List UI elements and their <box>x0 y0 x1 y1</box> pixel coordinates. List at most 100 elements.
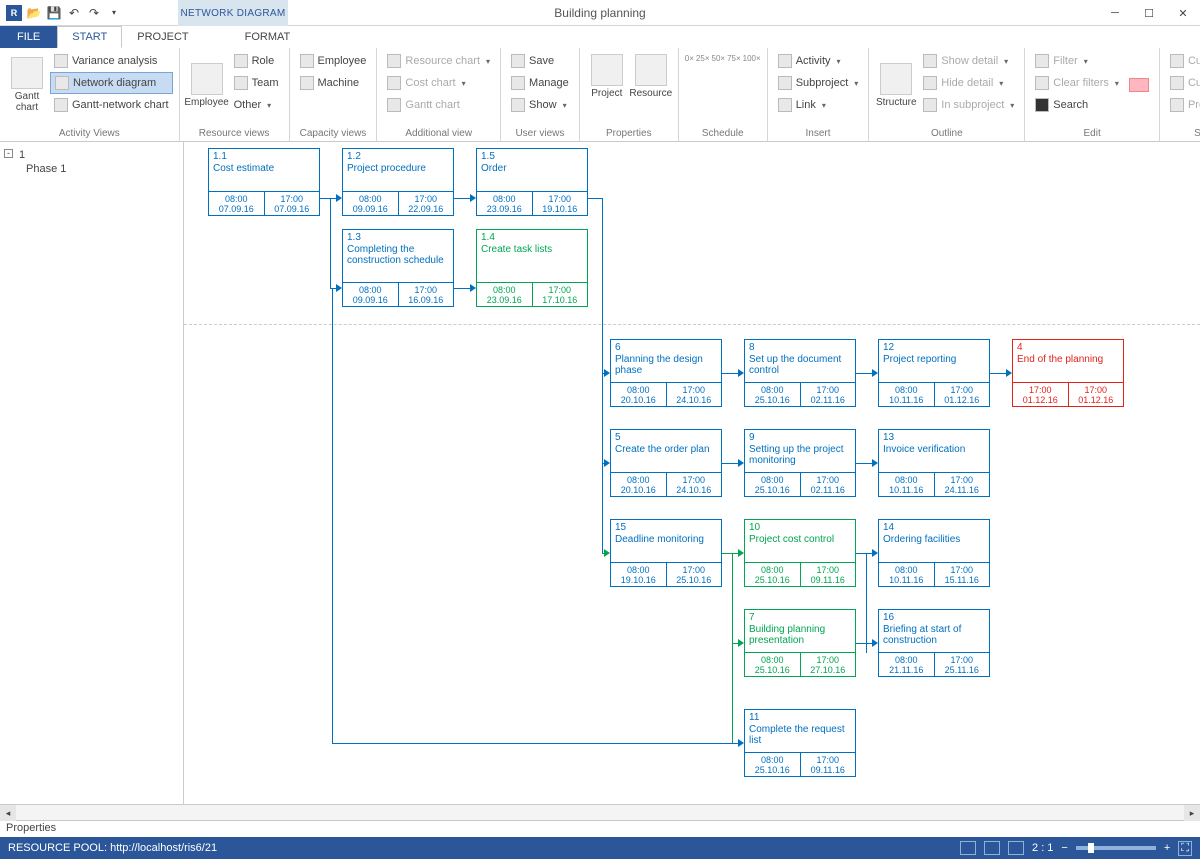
capacity-machine-button[interactable]: Machine <box>296 72 371 94</box>
team-button[interactable]: Team <box>230 72 283 94</box>
node-14[interactable]: 14Ordering facilities08:0010.11.1617:001… <box>878 519 990 587</box>
tab-start[interactable]: START <box>57 26 122 48</box>
sched-50[interactable]: 50× <box>712 54 726 63</box>
context-tab-network-diagram: NETWORK DIAGRAM <box>178 0 288 26</box>
node-15[interactable]: 15Deadline monitoring08:0019.10.1617:002… <box>610 519 722 587</box>
hide-detail-icon <box>923 76 937 90</box>
undo-icon[interactable]: ↶ <box>66 5 82 21</box>
node-1-4[interactable]: 1.4Create task lists08:0023.09.1617:0017… <box>476 229 588 307</box>
sched-0[interactable]: 0× <box>685 54 694 63</box>
scroll-left-button[interactable]: ◂ <box>0 805 16 821</box>
structure-button[interactable]: Structure <box>875 50 917 116</box>
node-1-1[interactable]: 1.1Cost estimate08:0007.09.1617:0007.09.… <box>208 148 320 216</box>
group-schedule: 0× 25× 50× 75× 100× Schedule <box>679 48 768 141</box>
gantt-chart-button[interactable]: Gantt chart <box>6 50 48 116</box>
collapse-icon[interactable]: - <box>4 149 13 158</box>
role-button[interactable]: Role <box>230 50 283 72</box>
hide-detail-button[interactable]: Hide detail▾ <box>919 72 1018 94</box>
project-start-button[interactable]: Project start▾ <box>1166 94 1200 116</box>
cap-employee-icon <box>300 54 314 68</box>
gantt-network-icon <box>54 98 68 112</box>
cap-machine-icon <box>300 76 314 90</box>
node-1-3[interactable]: 1.3Completing the construction schedule0… <box>342 229 454 307</box>
show-detail-icon <box>923 54 937 68</box>
node-5[interactable]: 5Create the order plan08:0020.10.1617:00… <box>610 429 722 497</box>
search-button[interactable]: Search <box>1031 94 1123 116</box>
tab-format[interactable]: FORMAT <box>230 26 306 48</box>
insert-activity-button[interactable]: Activity▾ <box>774 50 863 72</box>
capacity-employee-button[interactable]: Employee <box>296 50 371 72</box>
node-1-2[interactable]: 1.2Project procedure08:0009.09.1617:0022… <box>342 148 454 216</box>
gantt-network-button[interactable]: Gantt-network chart <box>50 94 173 116</box>
node-12[interactable]: 12Project reporting08:0010.11.1617:0001.… <box>878 339 990 407</box>
userview-save-button[interactable]: Save <box>507 50 573 72</box>
node-13[interactable]: 13Invoice verification08:0010.11.1617:00… <box>878 429 990 497</box>
sched-100[interactable]: 100× <box>743 54 761 63</box>
group-insert: Activity▾ Subproject▾ Link▾ Insert <box>768 48 870 141</box>
project-start-icon <box>1170 98 1184 112</box>
resource-chart-button[interactable]: Resource chart▾ <box>383 50 494 72</box>
node-7[interactable]: 7Building planning presentation08:0025.1… <box>744 609 856 677</box>
node-10[interactable]: 10Project cost control08:0025.10.1617:00… <box>744 519 856 587</box>
in-subproject-button[interactable]: In subproject▾ <box>919 94 1018 116</box>
addl-gantt-button[interactable]: Gantt chart <box>383 94 494 116</box>
qat-customize-icon[interactable]: ▾ <box>106 5 122 21</box>
node-4[interactable]: 4End of the planning17:0001.12.1617:0001… <box>1012 339 1124 407</box>
maximize-button[interactable]: ☐ <box>1132 0 1166 26</box>
structure-icon <box>880 63 912 95</box>
zoom-slider[interactable] <box>1076 846 1156 850</box>
network-diagram-button[interactable]: Network diagram <box>50 72 173 94</box>
redo-icon[interactable]: ↷ <box>86 5 102 21</box>
horizontal-scrollbar[interactable]: ◂ ▸ <box>0 804 1200 820</box>
properties-panel-header[interactable]: Properties <box>0 820 1200 837</box>
zoom-ratio: 2 : 1 <box>1032 842 1053 854</box>
node-6[interactable]: 6Planning the design phase08:0020.10.161… <box>610 339 722 407</box>
node-16[interactable]: 16Briefing at start of construction08:00… <box>878 609 990 677</box>
status-bar: RESOURCE POOL: http://localhost/ris6/21 … <box>0 837 1200 859</box>
tree-item-label[interactable]: Phase 1 <box>4 162 179 176</box>
sched-75[interactable]: 75× <box>727 54 741 63</box>
tab-file[interactable]: FILE <box>0 26 57 48</box>
node-8[interactable]: 8Set up the document control08:0025.10.1… <box>744 339 856 407</box>
filter-button[interactable]: Filter▾ <box>1031 50 1123 72</box>
diagram-canvas[interactable]: 1.1Cost estimate08:0007.09.1617:0007.09.… <box>184 142 1200 804</box>
employee-icon <box>191 63 223 95</box>
zoom-fit-button[interactable]: ⛶ <box>1178 841 1192 856</box>
open-icon[interactable]: 📂 <box>26 5 42 21</box>
minimize-button[interactable]: ─ <box>1098 0 1132 26</box>
zoom-out-button[interactable]: − <box>1061 842 1067 854</box>
sched-25[interactable]: 25× <box>696 54 710 63</box>
resource-properties-button[interactable]: Resource <box>630 50 672 99</box>
status-view-icon-2[interactable] <box>984 841 1000 855</box>
group-scrolling: Cutoff date Current date Project start▾ … <box>1160 48 1200 141</box>
userview-manage-button[interactable]: Manage <box>507 72 573 94</box>
node-11[interactable]: 11Complete the request list08:0025.10.16… <box>744 709 856 777</box>
node-1-5[interactable]: 1.5Order08:0023.09.1617:0019.10.16 <box>476 148 588 216</box>
insert-link-button[interactable]: Link▾ <box>774 94 863 116</box>
clear-filters-button[interactable]: Clear filters▾ <box>1031 72 1123 94</box>
status-view-icon-3[interactable] <box>1008 841 1024 855</box>
title-bar: R 📂 💾 ↶ ↷ ▾ NETWORK DIAGRAM Building pla… <box>0 0 1200 26</box>
variance-analysis-button[interactable]: Variance analysis <box>50 50 173 72</box>
gantt-chart-icon <box>11 57 43 89</box>
zoom-in-button[interactable]: + <box>1164 842 1170 854</box>
employee-big-button[interactable]: Employee <box>186 50 228 116</box>
eraser-button[interactable] <box>1125 50 1153 116</box>
group-properties: Project Resource Properties <box>580 48 679 141</box>
status-view-icon-1[interactable] <box>960 841 976 855</box>
userview-show-button[interactable]: Show▾ <box>507 94 573 116</box>
insert-subproject-button[interactable]: Subproject▾ <box>774 72 863 94</box>
scroll-right-button[interactable]: ▸ <box>1184 805 1200 821</box>
other-button[interactable]: Other▾ <box>230 94 283 116</box>
show-detail-button[interactable]: Show detail▾ <box>919 50 1018 72</box>
cost-chart-button[interactable]: Cost chart▾ <box>383 72 494 94</box>
current-date-button[interactable]: Current date <box>1166 72 1200 94</box>
ribbon: Gantt chart Variance analysis Network di… <box>0 48 1200 142</box>
save-icon[interactable]: 💾 <box>46 5 62 21</box>
tab-project[interactable]: PROJECT <box>122 26 203 48</box>
cutoff-date-button[interactable]: Cutoff date <box>1166 50 1200 72</box>
close-button[interactable]: ✕ <box>1166 0 1200 26</box>
node-9[interactable]: 9Setting up the project monitoring08:002… <box>744 429 856 497</box>
project-properties-button[interactable]: Project <box>586 50 628 99</box>
tree-row-phase1[interactable]: - 1 <box>4 148 179 162</box>
